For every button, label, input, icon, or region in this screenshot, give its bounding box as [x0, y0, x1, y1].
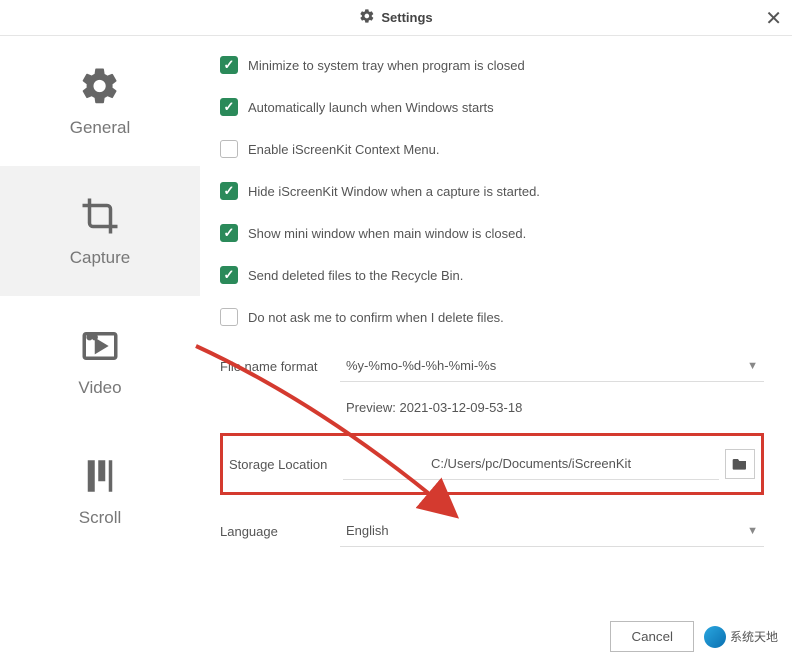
titlebar: Settings ✕ [0, 0, 792, 36]
sidebar: General Capture Video Scroll [0, 36, 200, 624]
title-wrap: Settings [359, 8, 432, 27]
browse-button[interactable] [725, 449, 755, 479]
sidebar-item-label: General [70, 118, 130, 138]
gear-icon [359, 8, 375, 27]
folder-icon [732, 456, 748, 473]
video-icon [79, 325, 121, 370]
checkbox-row-miniwin[interactable]: Show mini window when main window is clo… [220, 224, 764, 242]
checkbox-label: Hide iScreenKit Window when a capture is… [248, 184, 540, 199]
language-value: English [346, 523, 389, 538]
scroll-icon [79, 455, 121, 500]
watermark: 系统天地 [704, 626, 778, 648]
checkbox-icon[interactable] [220, 182, 238, 200]
checkbox-icon[interactable] [220, 308, 238, 326]
checkbox-row-noconfirm[interactable]: Do not ask me to confirm when I delete f… [220, 308, 764, 326]
language-select[interactable]: English ▼ [340, 515, 764, 547]
chevron-down-icon: ▼ [747, 360, 758, 372]
filename-format-row: File name format %y-%mo-%d-%h-%mi-%s ▼ [220, 350, 764, 382]
filename-preview: Preview: 2021-03-12-09-53-18 [220, 392, 764, 433]
sidebar-item-label: Video [78, 378, 121, 398]
checkbox-label: Automatically launch when Windows starts [248, 100, 494, 115]
checkbox-row-minimize[interactable]: Minimize to system tray when program is … [220, 56, 764, 74]
checkbox-icon[interactable] [220, 140, 238, 158]
sidebar-item-scroll[interactable]: Scroll [0, 426, 200, 556]
gear-icon [79, 65, 121, 110]
sidebar-item-capture[interactable]: Capture [0, 166, 200, 296]
globe-icon [704, 626, 726, 648]
checkbox-row-recycle[interactable]: Send deleted files to the Recycle Bin. [220, 266, 764, 284]
crop-icon [79, 195, 121, 240]
watermark-text: 系统天地 [730, 628, 778, 645]
sidebar-item-label: Scroll [79, 508, 122, 528]
checkbox-icon[interactable] [220, 266, 238, 284]
body: General Capture Video Scroll Minimize to… [0, 36, 792, 624]
checkbox-icon[interactable] [220, 224, 238, 242]
filename-select[interactable]: %y-%mo-%d-%h-%mi-%s ▼ [340, 350, 764, 382]
footer: Cancel 系统天地 [610, 621, 778, 652]
content: Minimize to system tray when program is … [200, 36, 792, 624]
filename-value: %y-%mo-%d-%h-%mi-%s [346, 358, 496, 373]
checkbox-row-contextmenu[interactable]: Enable iScreenKit Context Menu. [220, 140, 764, 158]
storage-path-field[interactable]: C:/Users/pc/Documents/iScreenKit [343, 448, 719, 480]
storage-path-value: C:/Users/pc/Documents/iScreenKit [431, 456, 631, 471]
cancel-button[interactable]: Cancel [610, 621, 694, 652]
checkbox-label: Show mini window when main window is clo… [248, 226, 526, 241]
checkbox-label: Do not ask me to confirm when I delete f… [248, 310, 504, 325]
chevron-down-icon: ▼ [747, 525, 758, 537]
checkbox-row-hidewin[interactable]: Hide iScreenKit Window when a capture is… [220, 182, 764, 200]
language-label: Language [220, 524, 340, 539]
cancel-label: Cancel [631, 629, 673, 644]
title-text: Settings [381, 10, 432, 25]
close-icon[interactable]: ✕ [765, 6, 782, 31]
language-row: Language English ▼ [220, 515, 764, 547]
checkbox-label: Send deleted files to the Recycle Bin. [248, 268, 463, 283]
checkbox-label: Minimize to system tray when program is … [248, 58, 525, 73]
filename-label: File name format [220, 359, 340, 374]
storage-label: Storage Location [229, 457, 343, 472]
checkbox-label: Enable iScreenKit Context Menu. [248, 142, 440, 157]
checkbox-icon[interactable] [220, 56, 238, 74]
checkbox-row-autostart[interactable]: Automatically launch when Windows starts [220, 98, 764, 116]
storage-location-row: Storage Location C:/Users/pc/Documents/i… [220, 433, 764, 495]
sidebar-item-label: Capture [70, 248, 130, 268]
sidebar-item-general[interactable]: General [0, 36, 200, 166]
checkbox-icon[interactable] [220, 98, 238, 116]
sidebar-item-video[interactable]: Video [0, 296, 200, 426]
